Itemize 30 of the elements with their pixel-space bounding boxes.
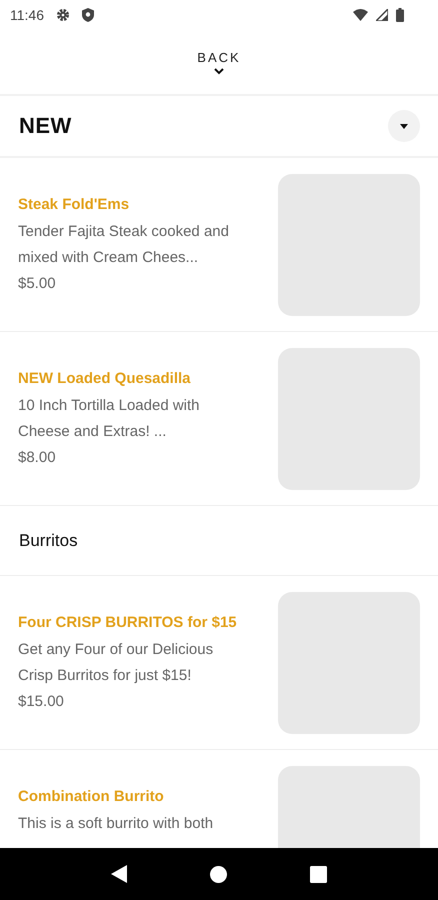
- item-price: $15.00: [18, 693, 65, 710]
- item-price: $8.00: [18, 449, 57, 466]
- item-description: Get any Four of our Delicious Crisp Burritos for just $15!: [18, 640, 214, 686]
- clock: 11:46: [10, 7, 44, 23]
- wifi-icon: [353, 9, 368, 21]
- recents-icon[interactable]: [310, 866, 327, 882]
- battery-icon: [396, 8, 404, 22]
- gear-icon: [56, 8, 70, 22]
- item-name: Steak Fold'Ems: [18, 196, 130, 213]
- menu-item[interactable]: Combination Burrito This is a soft burrito with both: [0, 750, 438, 848]
- menu-item[interactable]: Steak Fold'Ems Tender Fajita Steak cooked and mixed with Cream Chees... $5.00: [0, 158, 438, 332]
- caret-down-icon: [400, 124, 408, 128]
- item-description: Tender Fajita Steak cooked and mixed with Cream Chees...: [18, 222, 230, 268]
- section-heading: Burritos: [19, 530, 78, 550]
- item-name: Four CRISP BURRITOS for $15: [18, 614, 238, 631]
- home-icon[interactable]: [210, 866, 227, 882]
- back-icon[interactable]: [111, 865, 128, 883]
- back-button[interactable]: BACK: [197, 50, 241, 64]
- signal-icon: [376, 9, 388, 21]
- item-price: $5.00: [18, 275, 57, 292]
- menu-item[interactable]: Four CRISP BURRITOS for $15 Get any Four of our Delicious Crisp Burritos for just $15! $15.00: [0, 576, 438, 750]
- item-description: This is a soft burrito with both: [18, 814, 214, 834]
- item-name: NEW Loaded Quesadilla: [18, 370, 192, 387]
- item-name: Combination Burrito: [18, 788, 165, 805]
- category-title: NEW: [19, 113, 72, 139]
- shield-icon: [82, 8, 94, 22]
- category-dropdown-button[interactable]: [388, 110, 420, 142]
- chevron-down-icon[interactable]: [214, 68, 224, 74]
- menu-item[interactable]: NEW Loaded Quesadilla 10 Inch Tortilla Loaded with Cheese and Extras! ... $8.00: [0, 332, 438, 506]
- item-description: 10 Inch Tortilla Loaded with Cheese and Extras! ...: [18, 396, 201, 442]
